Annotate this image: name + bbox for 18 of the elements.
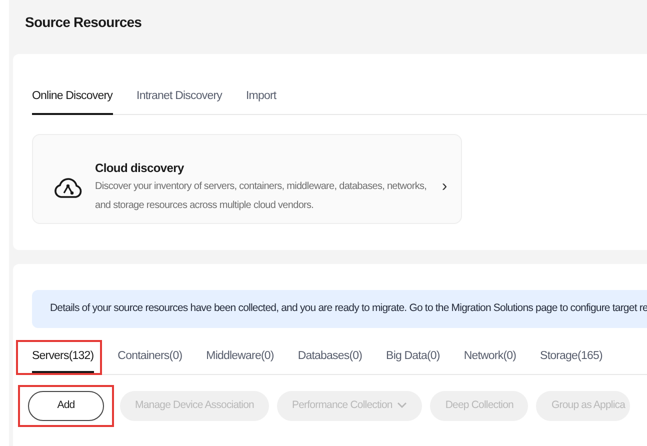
tab[interactable]: Servers(132) (32, 348, 94, 374)
card-description: Discover your inventory of servers, containers, middleware, databases, networks, and storage resources across multiple cloud vendors. (95, 180, 428, 214)
tab[interactable]: Intranet Discovery (136, 88, 222, 116)
tab[interactable]: Middleware(0) (206, 348, 274, 374)
tab[interactable]: Network(0) (464, 348, 516, 374)
tab[interactable]: Import (246, 88, 276, 116)
caret-icon (397, 402, 408, 410)
chevron-icon: › (442, 179, 447, 196)
tab[interactable]: Big Data(0) (386, 348, 440, 374)
tab[interactable]: Containers(0) (118, 348, 182, 374)
page-title: Source Resources (25, 13, 143, 32)
card-title: Cloud discovery (95, 160, 185, 178)
tab[interactable]: Online Discovery (32, 88, 113, 116)
cloud-discovery-card[interactable]: Cloud discovery Discover your inventory of servers, containers, middleware, databases, networks, and storage resources across multiple cloud vendors. › (32, 134, 462, 224)
tab[interactable]: Databases(0) (298, 348, 362, 374)
tab[interactable]: Storage(165) (540, 348, 602, 374)
action-button[interactable]: Add (28, 391, 104, 422)
info-text: Details of your source resources have been collected, and you are ready to migrate. Go to the Migration Solutions page to configure target re (50, 301, 647, 316)
